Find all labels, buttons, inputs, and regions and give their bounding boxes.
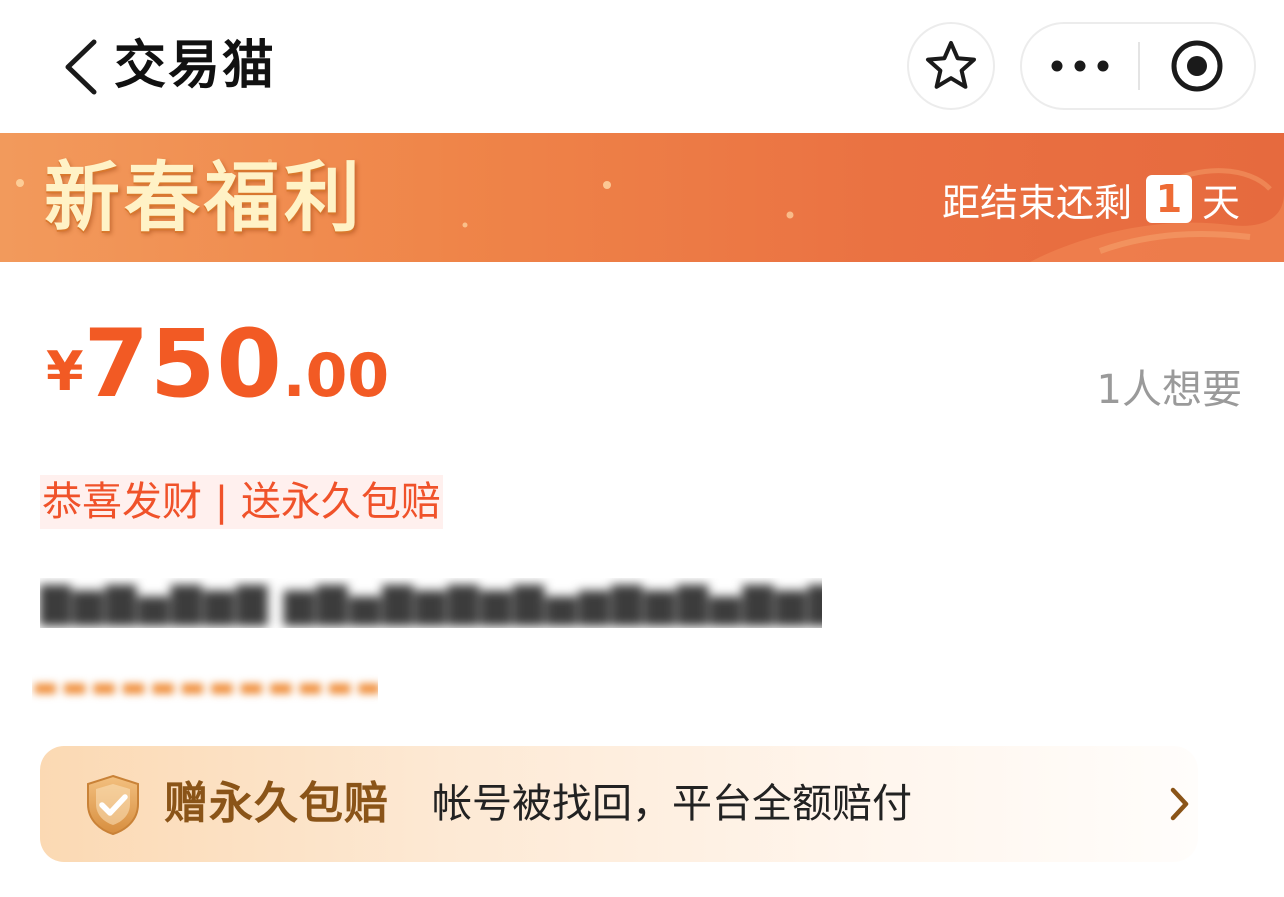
guarantee-description: 帐号被找回，平台全额赔付 (432, 781, 912, 827)
navigation-bar: 交易猫 (0, 0, 1284, 133)
more-button[interactable] (1022, 24, 1138, 108)
price-currency: ¥ (46, 340, 84, 403)
countdown-prefix: 距结束还剩 (941, 180, 1132, 225)
star-outline-icon (926, 41, 976, 89)
favorite-button[interactable] (907, 22, 995, 110)
price-decimal: .00 (282, 341, 390, 411)
back-button[interactable] (56, 36, 106, 98)
mini-program-capsule (1020, 22, 1256, 110)
target-circle-icon (1171, 40, 1223, 92)
promo-tag: 恭喜发财 | 送永久包赔 (40, 475, 443, 529)
close-mini-program-button[interactable] (1140, 24, 1254, 108)
want-count: 1人想要 (1096, 367, 1242, 413)
price-integer: 750 (83, 310, 283, 419)
shield-check-icon (87, 774, 139, 836)
redacted-subtitle: ▬▬▬▬▬▬▬▬▬▬▬▬▬▬▬▬ (32, 670, 378, 703)
countdown: 距结束还剩 1 天 (942, 175, 1240, 225)
guarantee-banner[interactable]: 赠永久包赔 帐号被找回，平台全额赔付 (40, 746, 1198, 862)
countdown-suffix: 天 (1201, 180, 1240, 225)
page-title: 交易猫 (114, 36, 277, 96)
promo-banner[interactable]: 新春福利 距结束还剩 1 天 (0, 133, 1284, 262)
more-dots-icon (1051, 60, 1109, 72)
price: ¥750.00 (46, 318, 389, 412)
banner-title: 新春福利 (44, 153, 364, 242)
countdown-days-badge: 1 (1145, 175, 1192, 223)
redacted-product-title: ▇▆▇▅▇▆▇ ▆▇▅▇▆▇▆▇▅▆▇▆▇▅▇▆▇▆▇▅▇▆▇▆▇ (40, 580, 822, 626)
chevron-left-icon (65, 39, 97, 95)
guarantee-title: 赠永久包赔 (164, 778, 389, 829)
chevron-right-icon (1170, 787, 1189, 821)
